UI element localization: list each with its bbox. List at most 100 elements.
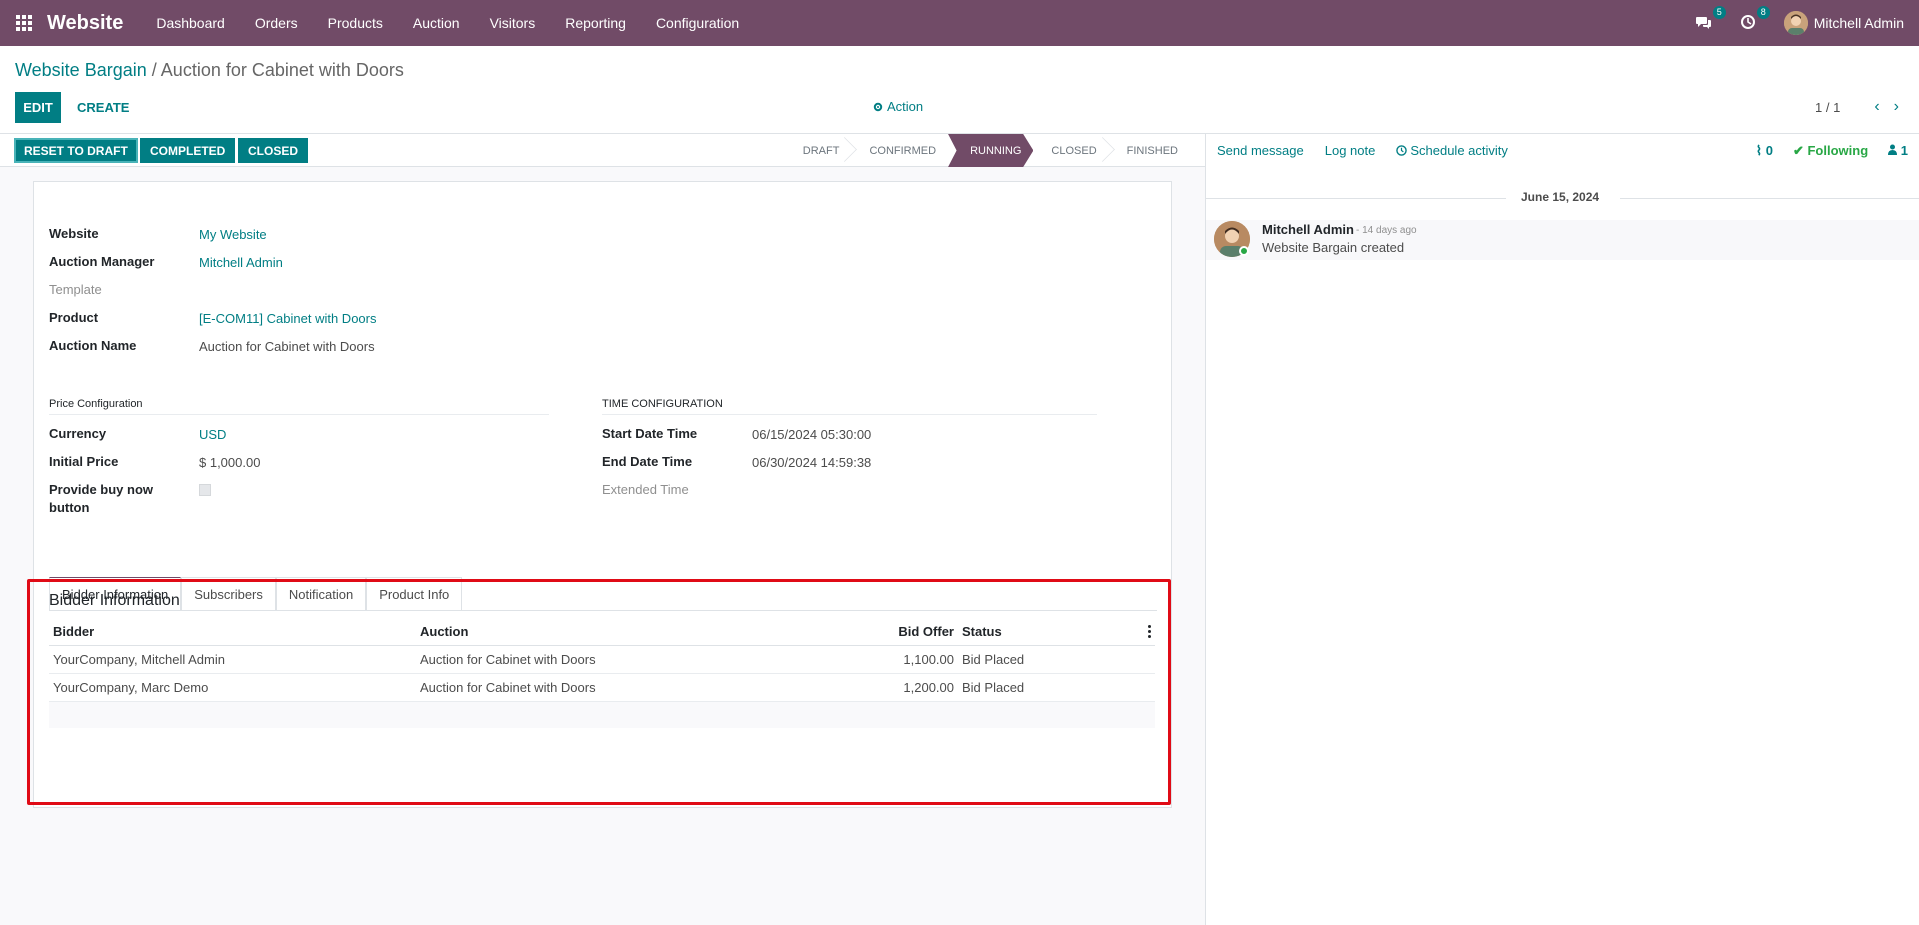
- col-status[interactable]: Status: [960, 624, 1110, 639]
- schedule-activity-label: Schedule activity: [1410, 143, 1508, 158]
- chatter-topbar: Send message Log note Schedule activity …: [1206, 134, 1919, 167]
- menu-dashboard[interactable]: Dashboard: [156, 15, 225, 31]
- status-bar: RESET TO DRAFT COMPLETED CLOSED DRAFT CO…: [0, 134, 1205, 167]
- following-label: Following: [1807, 142, 1869, 158]
- buy-now-label-line1: Provide buy now: [49, 482, 154, 497]
- message-time: - 14 days ago: [1356, 225, 1417, 236]
- messages-badge: 5: [1712, 6, 1726, 19]
- bidder-table: Bidder Auction Bid Offer Status YourComp…: [49, 618, 1155, 728]
- col-bid-offer[interactable]: Bid Offer: [840, 624, 960, 639]
- cell-bid-offer: 1,200.00: [903, 680, 954, 695]
- menu-visitors[interactable]: Visitors: [490, 15, 536, 31]
- date-separator: June 15, 2024: [1206, 190, 1919, 206]
- auction-manager-label: Auction Manager: [49, 254, 155, 269]
- auction-name-value[interactable]: Auction for Cabinet with Doors: [199, 339, 375, 354]
- breadcrumb: Website Bargain / Auction for Cabinet wi…: [15, 60, 404, 81]
- end-date-value[interactable]: 06/30/2024 14:59:38: [752, 455, 871, 470]
- stage-draft[interactable]: DRAFT: [785, 134, 852, 167]
- schedule-activity-button[interactable]: Schedule activity: [1396, 143, 1508, 158]
- menu-reporting[interactable]: Reporting: [565, 15, 626, 31]
- pager-value[interactable]: 1 / 1: [1815, 100, 1840, 115]
- cell-auction: Auction for Cabinet with Doors: [420, 680, 596, 695]
- following-button[interactable]: ✔ Following: [1793, 143, 1868, 159]
- pager-next-icon[interactable]: ›: [1894, 98, 1899, 116]
- completed-button[interactable]: COMPLETED: [140, 138, 236, 163]
- extended-time-label: Extended Time: [602, 482, 689, 497]
- top-navbar: Website Dashboard Orders Products Auctio…: [0, 0, 1919, 46]
- website-label: Website: [49, 226, 99, 241]
- start-date-value[interactable]: 06/15/2024 05:30:00: [752, 427, 871, 442]
- create-button[interactable]: CREATE: [67, 92, 139, 123]
- chatter-panel: Send message Log note Schedule activity …: [1205, 134, 1919, 925]
- start-date-label: Start Date Time: [602, 426, 698, 441]
- product-value[interactable]: [E-COM11] Cabinet with Doors: [199, 311, 377, 326]
- user-icon: [1888, 144, 1898, 155]
- activities-badge: 8: [1756, 6, 1770, 19]
- breadcrumb-current: Auction for Cabinet with Doors: [160, 60, 404, 80]
- table-empty-row: [49, 702, 1155, 728]
- user-photo-icon: [1783, 11, 1808, 35]
- check-icon: ✔: [1792, 142, 1804, 158]
- buy-now-label: Provide buy now button: [49, 482, 153, 515]
- attachments-button[interactable]: ⌇ 0: [1756, 143, 1773, 159]
- paperclip-icon: ⌇: [1755, 142, 1763, 158]
- breadcrumb-parent[interactable]: Website Bargain: [15, 60, 147, 80]
- buy-now-checkbox[interactable]: [199, 484, 211, 496]
- breadcrumb-separator: /: [151, 60, 157, 80]
- user-avatar[interactable]: [1783, 11, 1808, 35]
- stage-closed[interactable]: CLOSED: [1033, 134, 1108, 167]
- message-author[interactable]: Mitchell Admin: [1262, 222, 1354, 237]
- menu-configuration[interactable]: Configuration: [656, 15, 739, 31]
- app-brand[interactable]: Website: [47, 12, 123, 35]
- time-configuration-divider: [602, 414, 1097, 415]
- end-date-label: End Date Time: [602, 454, 693, 469]
- auction-manager-value[interactable]: Mitchell Admin: [199, 255, 283, 270]
- stage-finished[interactable]: FINISHED: [1109, 134, 1190, 167]
- menu-orders[interactable]: Orders: [255, 15, 298, 31]
- table-row[interactable]: YourCompany, Mitchell Admin Auction for …: [49, 646, 1155, 674]
- messages-icon[interactable]: 5: [1695, 6, 1726, 32]
- attachments-count: 0: [1765, 142, 1773, 158]
- action-menu-label: Action: [887, 99, 924, 114]
- log-note-button[interactable]: Log note: [1325, 143, 1376, 158]
- website-value[interactable]: My Website: [199, 227, 267, 242]
- followers-button[interactable]: 1: [1888, 143, 1908, 158]
- table-header: Bidder Auction Bid Offer Status: [49, 618, 1155, 646]
- initial-price-value[interactable]: $ 1,000.00: [199, 455, 260, 470]
- action-menu[interactable]: Action: [873, 99, 923, 114]
- cell-status: Bid Placed: [962, 680, 1025, 695]
- menu-auction[interactable]: Auction: [413, 15, 460, 31]
- gear-icon: [873, 102, 883, 111]
- col-bidder[interactable]: Bidder: [49, 624, 420, 639]
- optional-columns-icon[interactable]: [1148, 625, 1151, 638]
- followers-count: 1: [1900, 143, 1908, 158]
- price-configuration-divider: [49, 414, 549, 415]
- product-label: Product: [49, 310, 99, 325]
- menu-products[interactable]: Products: [328, 15, 383, 31]
- edit-button[interactable]: EDIT: [15, 92, 61, 123]
- cell-bidder: YourCompany, Mitchell Admin: [53, 652, 225, 667]
- pager: 1 / 1 ‹ ›: [1815, 98, 1899, 116]
- table-row[interactable]: YourCompany, Marc Demo Auction for Cabin…: [49, 674, 1155, 702]
- apps-menu-icon[interactable]: [15, 14, 33, 32]
- cell-bid-offer: 1,100.00: [903, 652, 954, 667]
- message-body: Website Bargain created: [1262, 240, 1405, 255]
- closed-button[interactable]: CLOSED: [238, 138, 309, 163]
- initial-price-label: Initial Price: [49, 454, 119, 469]
- activities-icon[interactable]: 8: [1740, 6, 1770, 32]
- currency-value[interactable]: USD: [199, 427, 226, 442]
- reset-to-draft-button[interactable]: RESET TO DRAFT: [14, 138, 138, 163]
- user-name[interactable]: Mitchell Admin: [1814, 15, 1904, 31]
- template-label: Template: [49, 282, 102, 297]
- form-area: RESET TO DRAFT COMPLETED CLOSED DRAFT CO…: [0, 134, 1205, 925]
- send-message-button[interactable]: Send message: [1217, 143, 1304, 158]
- time-configuration-title: TIME CONFIGURATION: [602, 398, 723, 410]
- pager-previous-icon[interactable]: ‹: [1874, 98, 1879, 116]
- stage-confirmed[interactable]: CONFIRMED: [851, 134, 948, 167]
- stage-running[interactable]: RUNNING: [948, 134, 1034, 167]
- price-configuration-title: Price Configuration: [49, 398, 143, 410]
- col-auction[interactable]: Auction: [420, 624, 840, 639]
- clock-icon: [1740, 15, 1755, 29]
- cell-auction: Auction for Cabinet with Doors: [420, 652, 596, 667]
- currency-label: Currency: [49, 426, 107, 441]
